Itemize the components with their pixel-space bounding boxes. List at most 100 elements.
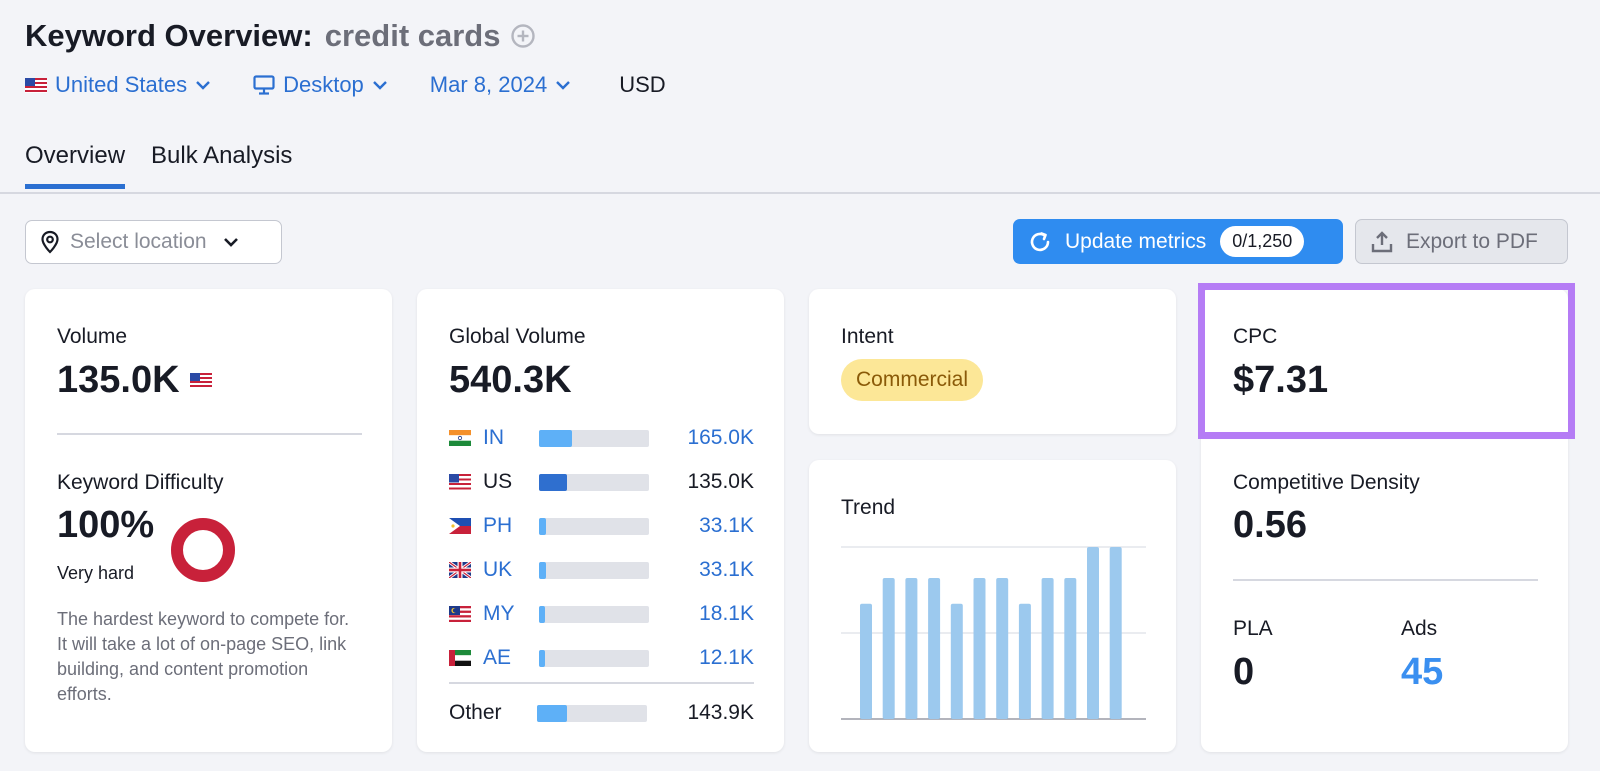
ads-value[interactable]: 45 xyxy=(1401,651,1443,694)
intent-badge: Commercial xyxy=(841,359,984,401)
export-pdf-button[interactable]: Export to PDF xyxy=(1355,219,1568,264)
global-volume-value: 540.3K xyxy=(449,359,572,401)
country-value[interactable]: 12.1K xyxy=(699,646,754,670)
country-row-other: Other 143.9K xyxy=(449,701,754,725)
pla-value: 0 xyxy=(1233,651,1255,693)
country-value[interactable]: 33.1K xyxy=(699,558,754,582)
country-value: 135.0K xyxy=(687,470,754,493)
trend-bar xyxy=(1041,578,1054,719)
volume-divider xyxy=(57,433,362,435)
competitive-density-label: Competitive Density xyxy=(1233,471,1420,494)
country-code[interactable]: PH xyxy=(483,514,539,538)
volume-label: Volume xyxy=(57,325,128,348)
country-code[interactable]: UK xyxy=(483,558,539,582)
difficulty-level: Very hard xyxy=(57,563,135,583)
trend-bar xyxy=(860,603,872,719)
keyword-title: credit cards xyxy=(324,18,501,53)
us-flag-icon xyxy=(189,373,212,388)
trend-bar xyxy=(996,578,1009,719)
country-bar-fill xyxy=(539,517,546,535)
uk-flag-icon xyxy=(449,562,471,578)
device-label: Desktop xyxy=(283,72,364,97)
difficulty-label: Keyword Difficulty xyxy=(57,471,224,494)
tab-bulk-analysis[interactable]: Bulk Analysis xyxy=(151,142,292,189)
trend-bar xyxy=(1064,578,1077,719)
update-metrics-count: 0/1,250 xyxy=(1220,226,1305,257)
intent-card: Intent Commercial xyxy=(809,289,1176,434)
volume-value: 135.0K xyxy=(57,359,180,401)
us-flag-icon xyxy=(25,77,47,93)
desktop-icon xyxy=(253,75,275,95)
country-bar xyxy=(539,561,649,579)
tabs-divider xyxy=(0,192,1600,194)
global-volume-card: Global Volume 540.3K IN 165.0K US 135.0K… xyxy=(417,289,784,752)
tab-bar: Overview Bulk Analysis xyxy=(25,142,292,189)
country-row-uk: UK 33.1K xyxy=(449,558,754,582)
upload-icon xyxy=(1371,230,1393,252)
tab-overview[interactable]: Overview xyxy=(25,142,126,189)
country-row-ae: AE 12.1K xyxy=(449,646,754,670)
us-flag-icon xyxy=(449,474,471,490)
intent-label: Intent xyxy=(841,325,894,348)
country-value[interactable]: 165.0K xyxy=(687,426,754,450)
refresh-icon xyxy=(1030,231,1050,251)
volume-difficulty-card: Volume 135.0K Keyword Difficulty 100% Ve… xyxy=(25,289,392,752)
date-dropdown[interactable]: Mar 8, 2024 xyxy=(430,72,571,98)
india-flag-icon xyxy=(449,430,471,446)
difficulty-donut xyxy=(171,518,235,582)
filters-bar: United States Desktop Mar 8, 2024 USD xyxy=(25,72,666,98)
global-volume-label: Global Volume xyxy=(449,325,586,348)
malaysia-flag-icon xyxy=(449,606,471,622)
pla-label: PLA xyxy=(1233,617,1273,640)
trend-bar xyxy=(928,578,941,719)
country-bar-fill xyxy=(539,649,545,667)
country-row-ph: PH 33.1K xyxy=(449,514,754,538)
trend-bar xyxy=(1018,603,1031,719)
uae-flag-icon xyxy=(449,650,471,666)
update-metrics-button[interactable]: Update metrics 0/1,250 xyxy=(1013,219,1343,264)
country-dropdown[interactable]: United States xyxy=(25,72,211,98)
location-placeholder: Select location xyxy=(70,230,207,253)
cpc-highlight-box xyxy=(1198,283,1575,439)
trend-bar xyxy=(905,578,918,719)
country-bar xyxy=(539,605,649,623)
country-bar xyxy=(539,473,649,491)
date-label: Mar 8, 2024 xyxy=(429,72,548,97)
country-bar-fill xyxy=(539,429,572,447)
location-select[interactable]: Select location xyxy=(25,220,282,264)
difficulty-description: The hardest keyword to compete for. It w… xyxy=(57,609,350,704)
philippines-flag-icon xyxy=(449,518,471,534)
trend-bar xyxy=(1109,547,1122,719)
country-bar-fill xyxy=(539,561,546,579)
add-circle-icon[interactable] xyxy=(510,23,536,49)
trend-card: Trend xyxy=(809,460,1176,752)
global-volume-divider xyxy=(449,682,754,684)
country-code[interactable]: MY xyxy=(483,602,539,626)
metrics-divider xyxy=(1233,579,1538,581)
trend-chart xyxy=(841,546,1146,720)
trend-bar xyxy=(1087,547,1099,719)
chevron-down-icon xyxy=(223,238,238,247)
country-code[interactable]: AE xyxy=(483,646,539,670)
export-pdf-label: Export to PDF xyxy=(1406,229,1538,253)
other-label: Other xyxy=(449,701,502,724)
page-title-row: Keyword Overview: credit cards xyxy=(25,18,536,54)
chevron-down-icon xyxy=(556,81,571,90)
country-bar xyxy=(539,429,649,447)
update-metrics-label: Update metrics xyxy=(1065,229,1207,253)
country-row-my: MY 18.1K xyxy=(449,602,754,626)
competitive-density-value: 0.56 xyxy=(1233,504,1307,546)
trend-bar xyxy=(950,603,963,719)
country-value[interactable]: 18.1K xyxy=(699,602,754,626)
trend-label: Trend xyxy=(841,496,896,519)
chevron-down-icon xyxy=(196,81,210,90)
trend-bar xyxy=(882,578,895,719)
country-value[interactable]: 33.1K xyxy=(699,514,754,538)
country-bar xyxy=(537,704,647,722)
trend-bar xyxy=(973,578,986,719)
country-code: US xyxy=(483,470,513,493)
country-code[interactable]: IN xyxy=(483,426,539,450)
device-dropdown[interactable]: Desktop xyxy=(253,72,388,98)
location-pin-icon xyxy=(41,230,59,254)
page-title: Keyword Overview: xyxy=(25,18,313,53)
